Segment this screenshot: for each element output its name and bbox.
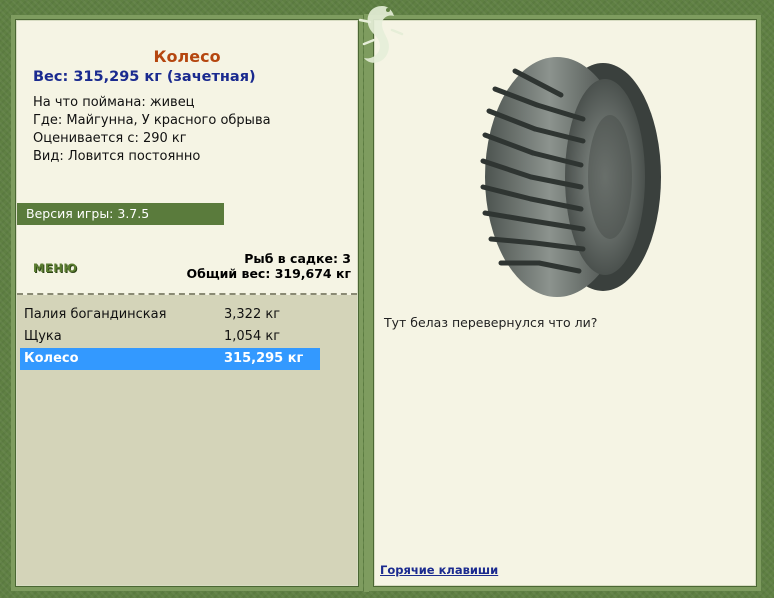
dashed-divider: [17, 293, 357, 295]
fish-count: Рыб в садке: 3: [244, 251, 351, 266]
catch-weight: 3,322 кг: [224, 307, 281, 322]
catch-weight: 315,295 кг: [224, 351, 304, 366]
fish-type: Вид: Ловится постоянно: [33, 149, 201, 164]
fish-weight: Вес: 315,295 кг (зачетная): [33, 69, 256, 85]
panel-divider: [364, 14, 369, 592]
menu-button[interactable]: МЕНЮ: [33, 261, 77, 275]
lizard-icon: [358, 6, 404, 63]
fish-info-panel: Колесо Вес: 315,295 кг (зачетная) На что…: [16, 20, 358, 586]
fish-name-title: Колесо: [153, 47, 221, 66]
fish-details: На что поймана: живец Где: Майгунна, У к…: [33, 94, 271, 166]
catch-list-item[interactable]: Палия богандинская 3,322 кг: [20, 304, 320, 326]
catch-name: Палия богандинская: [24, 307, 167, 322]
hotkeys-link[interactable]: Горячие клавиши: [380, 563, 498, 577]
catch-name: Щука: [24, 329, 62, 344]
total-weight: Общий вес: 319,674 кг: [186, 266, 352, 281]
fish-location: Где: Майгунна, У красного обрыва: [33, 113, 271, 128]
catch-weight: 1,054 кг: [224, 329, 281, 344]
keepnet-stats: Рыб в садке: 3 Общий вес: 319,674 кг: [187, 251, 352, 281]
fish-bait: На что поймана: живец: [33, 95, 195, 110]
fish-picture-panel: Тут белаз перевернулся что ли? Горячие к…: [374, 20, 756, 586]
catch-list-item[interactable]: Щука 1,054 кг: [20, 326, 320, 348]
tire-image: [480, 57, 661, 297]
fish-valued-from: Оценивается с: 290 кг: [33, 131, 187, 146]
catch-name: Колесо: [24, 351, 79, 366]
game-version-bar: Версия игры: 3.7.5: [17, 203, 224, 225]
catch-list-item-selected[interactable]: Колесо 315,295 кг: [20, 348, 320, 370]
catch-list: Палия богандинская 3,322 кг Щука 1,054 к…: [20, 304, 320, 370]
fish-description: Тут белаз перевернулся что ли?: [384, 315, 598, 330]
